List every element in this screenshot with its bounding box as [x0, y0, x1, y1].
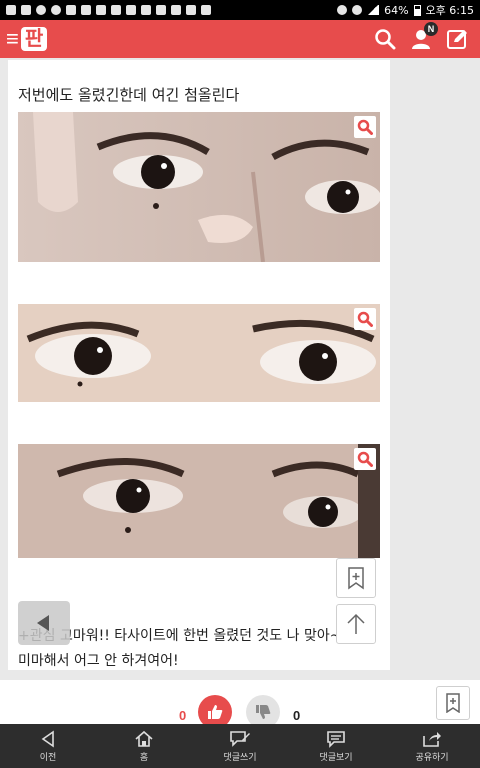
post-body-line-2: 미마해서 어그 안 하겨여어! [18, 653, 179, 669]
nav-write-comment[interactable]: 댓글쓰기 [192, 724, 288, 768]
notification-icons [6, 5, 211, 15]
youtube-icon [171, 5, 181, 15]
nav-home[interactable]: 홈 [96, 724, 192, 768]
zoom-icon[interactable] [354, 448, 376, 470]
check-icon [111, 5, 121, 15]
mute-icon [337, 5, 348, 15]
battery-icon [413, 4, 421, 16]
alarm-icon [51, 5, 61, 15]
twitter-icon [201, 5, 211, 15]
post-photo-3[interactable] [18, 444, 380, 558]
left-triangle-icon [37, 615, 49, 631]
view-comments-icon [327, 730, 345, 748]
nav-share[interactable]: 공유하기 [384, 724, 480, 768]
search-icon[interactable] [374, 28, 396, 50]
post-photo-2[interactable] [18, 304, 380, 402]
thumbs-up-icon [208, 705, 223, 719]
write-comment-icon [230, 730, 250, 747]
battery-percent: 64% [384, 3, 409, 17]
thumbs-down-icon [256, 705, 271, 719]
menu-lines: ≡ [6, 26, 19, 51]
signal-icon [367, 5, 380, 15]
nav-label: 이전 [39, 752, 57, 763]
notification-icon [21, 5, 31, 15]
app-logo[interactable]: ≡ 판 [6, 25, 48, 53]
nav-label: 댓글쓰기 [223, 752, 257, 763]
prev-post-button[interactable] [18, 601, 70, 645]
bottom-nav: 이전 홈 댓글쓰기 댓글보기 공유하기 [0, 724, 480, 768]
vote-bar: 0 0 [0, 680, 480, 729]
clock: 오후 6:15 [425, 4, 474, 17]
circle-icon [36, 5, 46, 15]
bookmark-icon [348, 567, 364, 590]
write-post-icon[interactable] [446, 28, 468, 50]
back-arrow-icon [41, 729, 54, 748]
wifi-icon [352, 5, 363, 15]
folder-icon [81, 5, 91, 15]
calendar-icon [96, 5, 106, 15]
arrow-up-icon [347, 613, 365, 634]
bookmark-button[interactable] [336, 558, 376, 598]
scroll-top-button[interactable] [336, 604, 376, 644]
download-icon [186, 5, 196, 15]
image-icon [126, 5, 136, 15]
youtube-icon [156, 5, 166, 15]
status-bar: 64% 오후 6:15 [0, 0, 480, 20]
post-card: 저번에도 올렸긴한데 여긴 첨올린다 +관심 고마워!! 타사이트에 한번 올렸… [8, 60, 390, 670]
youtube-icon [141, 5, 151, 15]
downvote-count: 0 [293, 708, 301, 723]
share-icon [423, 731, 441, 747]
post-title: 저번에도 올렸긴한데 여긴 첨올린다 [18, 86, 240, 104]
scrap-button[interactable] [436, 686, 470, 720]
user-icon[interactable]: N [410, 22, 438, 50]
nav-back[interactable]: 이전 [0, 724, 96, 768]
home-icon [135, 730, 153, 747]
nav-view-comments[interactable]: 댓글보기 [288, 724, 384, 768]
facebook-icon [6, 5, 16, 15]
bookmark-icon [446, 693, 460, 713]
app-header: ≡ 판 N [0, 20, 480, 58]
gallery-icon [66, 5, 76, 15]
zoom-icon[interactable] [354, 308, 376, 330]
post-photo-1[interactable] [18, 112, 380, 262]
upvote-count: 0 [179, 708, 187, 723]
notification-badge: N [424, 22, 438, 36]
nav-label: 공유하기 [415, 752, 449, 763]
nav-label: 홈 [139, 752, 149, 763]
zoom-icon[interactable] [354, 116, 376, 138]
nav-label: 댓글보기 [319, 752, 353, 763]
logo-mark: 판 [20, 27, 48, 51]
